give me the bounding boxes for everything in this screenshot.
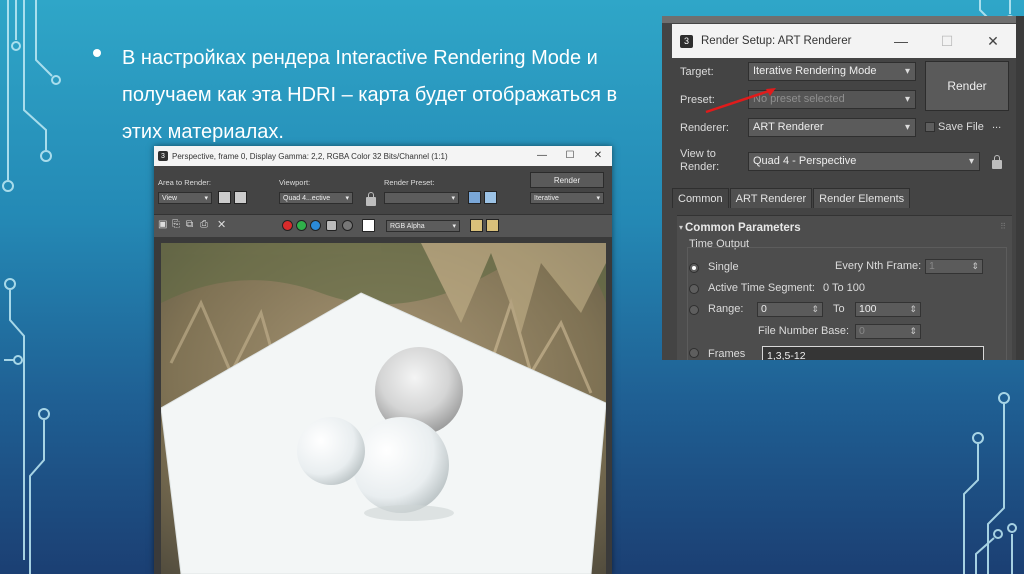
common-parameters-rollout: ▾ Common Parameters ⠿ Time Output Single… <box>677 215 1012 360</box>
3dsmax-logo-icon: 3 <box>680 34 693 48</box>
frame-buffer-image-toolbar: ▣ ⎘ ⧉ ⎙ ✕ RGB Alpha <box>154 214 612 237</box>
circuit-decoration-left <box>2 0 61 574</box>
common-parameters-title[interactable]: Common Parameters <box>685 222 801 234</box>
background-app-strip <box>662 16 1016 23</box>
render-button[interactable]: Render <box>925 61 1009 111</box>
range-label: Range: <box>708 303 744 315</box>
frame-buffer-toolbar: Area to Render: View Viewport: Quad 4...… <box>154 166 612 214</box>
rollout-grip-icon: ⠿ <box>1000 222 1006 231</box>
clear-icon[interactable]: ✕ <box>217 218 226 231</box>
render-setup-title: Render Setup: ART Renderer <box>701 35 852 47</box>
save-file-browse-button[interactable]: ... <box>992 119 1001 131</box>
range-to-spinner[interactable]: 100 <box>855 302 921 317</box>
frame-buffer-title-bar[interactable]: 3 Perspective, frame 0, Display Gamma: 2… <box>154 146 612 166</box>
host-app-edge <box>1016 16 1024 360</box>
every-nth-frame-spinner[interactable]: 1 <box>925 259 983 274</box>
edit-region-icon[interactable] <box>218 191 231 204</box>
rendered-image <box>161 243 606 574</box>
frame-buffer-render-button[interactable]: Render <box>530 172 604 188</box>
view-to-render-dropdown[interactable]: Quad 4 - Perspective <box>748 152 980 171</box>
frame-buffer-window: 3 Perspective, frame 0, Display Gamma: 2… <box>154 146 612 574</box>
render-setup-title-bar[interactable]: 3 Render Setup: ART Renderer — ☐ ✕ <box>672 24 1016 58</box>
minimize-icon[interactable]: — <box>878 24 924 58</box>
range-radio[interactable] <box>689 305 699 315</box>
range-from-spinner[interactable]: 0 <box>757 302 823 317</box>
copy-image-icon[interactable]: ⎘ <box>172 219 180 230</box>
render-setup-window: 3 Render Setup: ART Renderer — ☐ ✕ Targe… <box>662 16 1016 360</box>
red-arrow-annotation <box>705 88 776 114</box>
single-label: Single <box>708 261 739 273</box>
save-image-icon[interactable]: ▣ <box>158 219 167 230</box>
area-to-render-label: Area to Render: <box>158 178 211 187</box>
tab-art-renderer[interactable]: ART Renderer <box>729 188 813 208</box>
maximize-icon[interactable]: ☐ <box>924 24 970 58</box>
render-preset-label: Render Preset: <box>384 178 435 187</box>
toggle-ui-icon[interactable] <box>486 219 499 232</box>
render-preset-dropdown[interactable] <box>384 192 459 205</box>
clone-window-icon[interactable]: ⧉ <box>186 219 193 230</box>
file-number-base-label: File Number Base: <box>758 325 850 337</box>
target-dropdown[interactable]: Iterative Rendering Mode <box>748 62 916 81</box>
save-file-label: Save File <box>938 121 984 133</box>
minimize-icon[interactable]: — <box>528 146 556 166</box>
file-number-base-spinner[interactable]: 0 <box>855 324 921 339</box>
auto-region-icon[interactable] <box>234 191 247 204</box>
circuit-decoration-bottom-right <box>963 392 1017 574</box>
view-to-render-label: View to Render: <box>680 148 720 173</box>
monochrome-icon[interactable] <box>342 220 353 231</box>
bullet-point-icon <box>93 49 101 57</box>
renderer-dropdown[interactable]: ART Renderer <box>748 118 916 137</box>
lock-icon[interactable] <box>366 192 376 206</box>
red-channel-icon[interactable] <box>282 220 293 231</box>
frame-buffer-title: Perspective, frame 0, Display Gamma: 2,2… <box>172 151 448 161</box>
render-setup-icon[interactable] <box>468 191 481 204</box>
print-image-icon[interactable]: ⎙ <box>200 219 208 230</box>
alpha-channel-icon[interactable] <box>326 220 337 231</box>
active-time-segment-value: 0 To 100 <box>823 282 866 294</box>
tab-common[interactable]: Common <box>672 188 729 208</box>
close-icon[interactable]: ✕ <box>584 146 612 166</box>
every-nth-frame-label: Every Nth Frame: <box>835 260 922 272</box>
active-time-segment-label: Active Time Segment: <box>708 282 815 294</box>
target-label: Target: <box>680 66 714 78</box>
single-radio[interactable] <box>689 263 699 273</box>
environment-effects-icon[interactable] <box>484 191 497 204</box>
swatch-icon[interactable] <box>362 219 375 232</box>
frames-input[interactable]: 1,3,5-12 <box>762 346 984 360</box>
area-to-render-dropdown[interactable]: View <box>158 192 212 205</box>
render-setup-tabs: Common ART Renderer Render Elements <box>672 188 911 208</box>
viewport-dropdown[interactable]: Quad 4...ective <box>279 192 353 205</box>
toggle-ui-overlay-icon[interactable] <box>470 219 483 232</box>
3dsmax-logo-icon: 3 <box>158 151 168 161</box>
frames-label: Frames <box>708 348 746 360</box>
tab-render-elements[interactable]: Render Elements <box>813 188 911 208</box>
viewport-label: Viewport: <box>279 178 311 187</box>
range-to-label: To <box>833 303 845 315</box>
maximize-icon[interactable]: ☐ <box>556 146 584 166</box>
display-channel-dropdown[interactable]: RGB Alpha <box>386 220 460 233</box>
render-mode-dropdown[interactable]: Iterative <box>530 192 604 205</box>
blue-channel-icon[interactable] <box>310 220 321 231</box>
green-channel-icon[interactable] <box>296 220 307 231</box>
lock-view-icon[interactable] <box>992 155 1002 169</box>
active-time-segment-radio[interactable] <box>689 284 699 294</box>
slide-bullet-text: В настройках рендера Interactive Renderi… <box>122 47 618 143</box>
frames-radio[interactable] <box>689 348 699 358</box>
render-setup-body: Target: Iterative Rendering Mode Preset:… <box>672 58 1016 360</box>
renderer-label: Renderer: <box>680 122 729 134</box>
collapse-rollout-icon[interactable]: ▾ <box>679 223 683 232</box>
close-icon[interactable]: ✕ <box>970 24 1016 58</box>
save-file-checkbox[interactable] <box>925 122 935 132</box>
